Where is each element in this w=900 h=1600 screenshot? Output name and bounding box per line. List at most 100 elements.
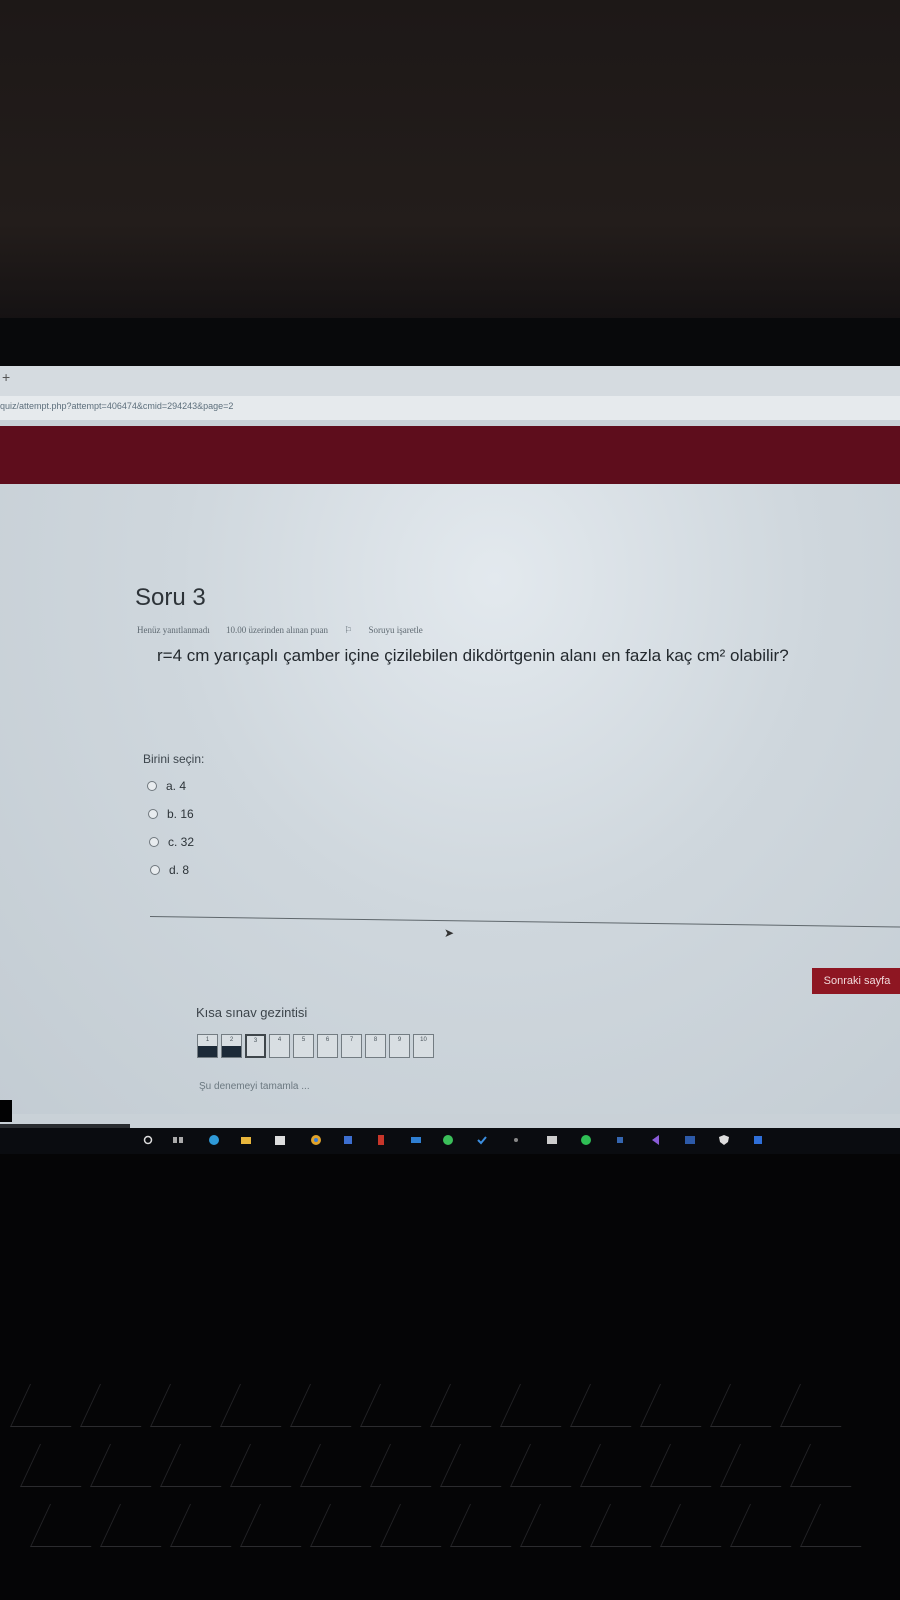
option-label: b. 16 [167, 807, 194, 821]
app-icon[interactable] [614, 1134, 626, 1146]
vscode-icon[interactable] [650, 1134, 662, 1146]
photos-icon[interactable] [546, 1134, 558, 1146]
keyboard-key [729, 1504, 812, 1547]
keyboard-key [169, 1504, 252, 1547]
quiz-navigation-title: Kısa sınav gezintisi [196, 1005, 308, 1020]
laptop-bezel [0, 318, 900, 368]
laptop-keyboard [0, 1154, 900, 1600]
office-icon[interactable] [375, 1134, 387, 1146]
keyboard-key [649, 1444, 732, 1487]
quiz-nav-item-2[interactable]: 2 [221, 1034, 242, 1058]
keyboard-key [639, 1384, 722, 1427]
option-c[interactable]: c. 32 [149, 835, 194, 849]
quiz-nav-item-10[interactable]: 10 [413, 1034, 434, 1058]
app-icon[interactable] [752, 1134, 764, 1146]
keyboard-key [29, 1504, 112, 1547]
edge-icon[interactable] [208, 1134, 220, 1146]
url-text[interactable]: quiz/attempt.php?attempt=406474&cmid=294… [0, 401, 233, 411]
choose-prompt: Birini seçin: [143, 752, 205, 766]
mouse-cursor-icon: ➤ [444, 926, 455, 940]
address-bar[interactable]: quiz/attempt.php?attempt=406474&cmid=294… [0, 396, 900, 420]
spotify-icon[interactable] [580, 1134, 592, 1146]
question-info: Henüz yanıtlanmadı 10.00 üzerinden alına… [137, 625, 451, 636]
keyboard-key [709, 1384, 792, 1427]
app-icon[interactable] [684, 1134, 696, 1146]
option-a[interactable]: a. 4 [147, 779, 186, 793]
question-text: r=4 cm yarıçaplı çamber içine çizilebile… [157, 646, 789, 665]
keyboard-key [719, 1444, 802, 1487]
keyboard-key [449, 1504, 532, 1547]
radio-button[interactable] [148, 809, 158, 819]
keyboard-key [439, 1444, 522, 1487]
radio-button[interactable] [150, 865, 160, 875]
keyboard-key [799, 1504, 882, 1547]
folder-icon[interactable] [240, 1134, 252, 1146]
quiz-nav-item-4[interactable]: 4 [269, 1034, 290, 1058]
background-wall [0, 0, 900, 320]
quiz-navigation-grid: 1 2 3 4 5 6 7 8 9 10 [197, 1034, 434, 1058]
keyboard-key [589, 1504, 672, 1547]
divider [149, 916, 900, 928]
store-icon[interactable] [274, 1134, 286, 1146]
keyboard-key [569, 1384, 652, 1427]
keyboard-key [499, 1384, 582, 1427]
keyboard-key [509, 1444, 592, 1487]
next-page-button[interactable]: Sonraki sayfa [812, 968, 900, 994]
browser-tab-bar: + [0, 366, 900, 396]
mail-icon[interactable] [410, 1134, 422, 1146]
keyboard-key [289, 1384, 372, 1427]
quiz-nav-item-3[interactable]: 3 [245, 1034, 266, 1058]
keyboard-key [369, 1444, 452, 1487]
shield-icon[interactable] [718, 1134, 730, 1146]
check-icon[interactable] [476, 1134, 488, 1146]
keyboard-key [219, 1384, 302, 1427]
option-d[interactable]: d. 8 [150, 863, 189, 877]
keyboard-key [309, 1504, 392, 1547]
option-label: a. 4 [166, 779, 187, 793]
screen-edge [0, 1100, 12, 1122]
quiz-content: Soru 3 Henüz yanıtlanmadı 10.00 üzerinde… [0, 484, 900, 1114]
keyboard-key [779, 1384, 862, 1427]
quiz-nav-item-9[interactable]: 9 [389, 1034, 410, 1058]
question-status: Henüz yanıtlanmadı [137, 625, 210, 635]
laptop-screen: + quiz/attempt.php?attempt=406474&cmid=2… [0, 366, 900, 1146]
keyboard-key [579, 1444, 662, 1487]
quiz-nav-item-8[interactable]: 8 [365, 1034, 386, 1058]
chrome-icon[interactable] [310, 1134, 322, 1146]
keyboard-key [429, 1384, 512, 1427]
keyboard-key [519, 1504, 602, 1547]
keyboard-key [659, 1504, 742, 1547]
keyboard-key [239, 1504, 322, 1547]
keyboard-key [159, 1444, 242, 1487]
keyboard-key [359, 1384, 442, 1427]
new-tab-button[interactable]: + [2, 369, 10, 385]
option-label: d. 8 [169, 863, 190, 877]
app-icon[interactable] [510, 1134, 522, 1146]
keyboard-key [149, 1384, 232, 1427]
finish-attempt-link[interactable]: Şu denemeyi tamamla ... [199, 1081, 310, 1092]
radio-button[interactable] [147, 781, 157, 791]
keyboard-key [299, 1444, 382, 1487]
question-points: 10.00 üzerinden alınan puan [225, 625, 328, 635]
app-icon[interactable] [342, 1134, 354, 1146]
taskbar [0, 1128, 900, 1154]
keyboard-key [79, 1384, 162, 1427]
keyboard-key [19, 1444, 102, 1487]
option-b[interactable]: b. 16 [148, 807, 194, 821]
search-icon[interactable] [142, 1134, 154, 1146]
keyboard-key [9, 1384, 92, 1427]
option-label: c. 32 [168, 835, 195, 849]
keyboard-key [99, 1504, 182, 1547]
quiz-nav-item-1[interactable]: 1 [197, 1034, 218, 1058]
radio-button[interactable] [149, 837, 159, 847]
task-view-icon[interactable] [172, 1134, 184, 1146]
site-header [0, 426, 900, 484]
keyboard-key [379, 1504, 462, 1547]
keyboard-key [229, 1444, 312, 1487]
quiz-nav-item-7[interactable]: 7 [341, 1034, 362, 1058]
quiz-nav-item-5[interactable]: 5 [293, 1034, 314, 1058]
flag-question-link[interactable]: ⚐ Soruyu işaretle [344, 625, 437, 635]
quiz-nav-item-6[interactable]: 6 [317, 1034, 338, 1058]
whatsapp-icon[interactable] [442, 1134, 454, 1146]
question-title: Soru 3 [135, 584, 206, 611]
